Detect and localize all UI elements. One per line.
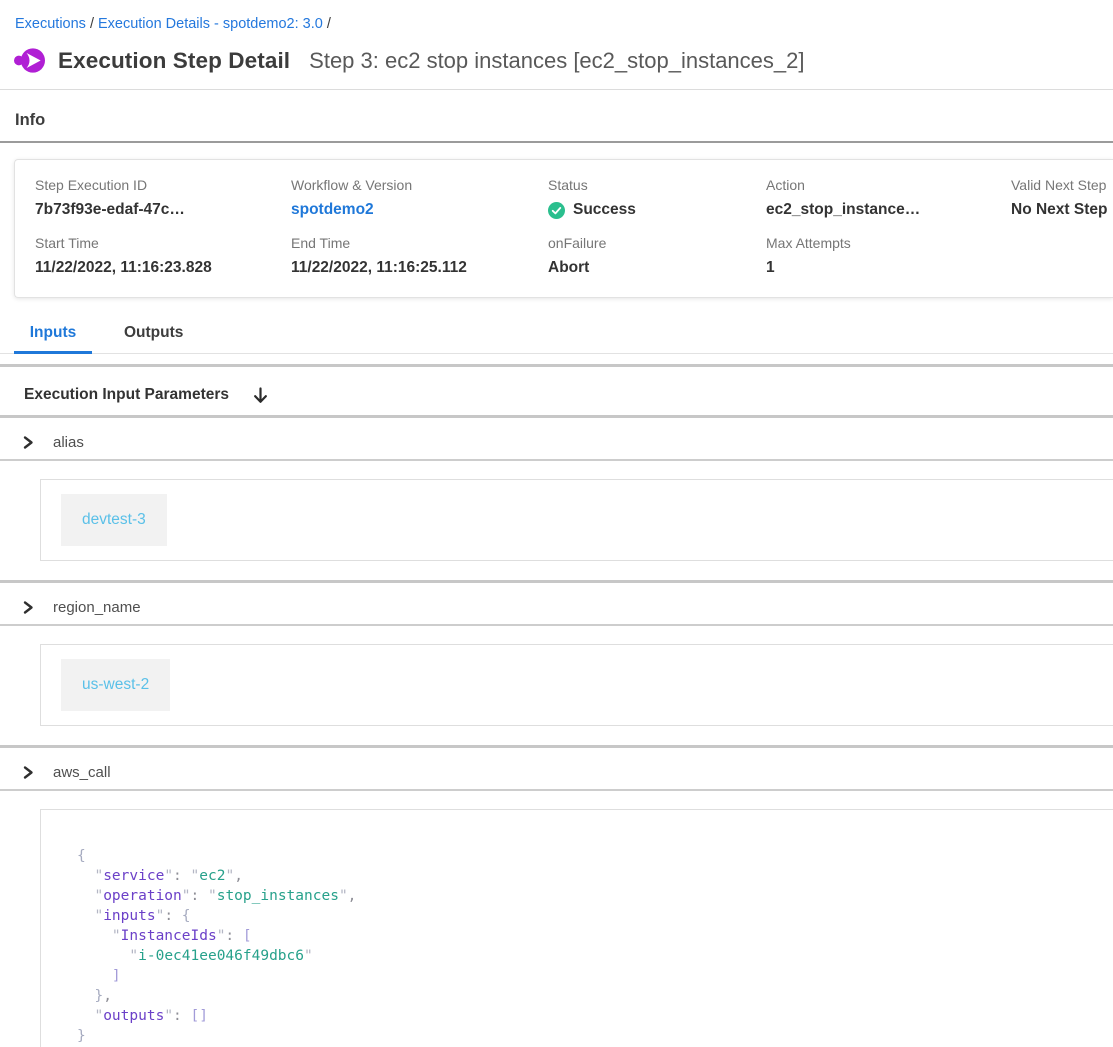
field-action: Action ec2_stop_instance… [766,177,1011,219]
field-label: End Time [291,235,548,251]
code-line: } [77,1026,1113,1046]
chevron-right-icon [21,600,35,615]
page-title: Execution Step Detail [58,48,290,74]
field-start-time: Start Time 11/22/2022, 11:16:23.828 [35,235,291,277]
breadcrumb-separator: / [86,16,98,32]
field-onfailure: onFailure Abort [548,235,766,277]
field-value: 11/22/2022, 11:16:25.112 [291,259,548,277]
json-code: { "service": "ec2", "operation": "stop_i… [77,846,1113,1046]
params-title: Execution Input Parameters [24,386,229,404]
section-name: alias [53,434,84,451]
page-subtitle: Step 3: ec2 stop instances [ec2_stop_ins… [309,48,804,74]
field-value: 1 [766,259,1011,277]
workflow-link[interactable]: spotdemo2 [291,201,548,219]
field-label: Step Execution ID [35,177,291,193]
tab-bar: Inputs Outputs [0,320,1113,354]
sort-down-arrow-icon[interactable] [253,387,268,404]
section-name: aws_call [53,764,111,781]
workflow-step-icon [14,45,45,76]
field-label: onFailure [548,235,766,251]
field-label: Status [548,177,766,193]
success-check-icon [548,202,565,219]
code-line: { [77,846,1113,866]
code-line: "service": "ec2", [77,866,1113,886]
field-value: No Next Step [1011,201,1113,219]
field-value: 11/22/2022, 11:16:23.828 [35,259,291,277]
field-label: Start Time [35,235,291,251]
field-step-execution-id: Step Execution ID 7b73f93e-edaf-47c… [35,177,291,219]
section-divider [0,789,1113,791]
field-label: Valid Next Step [1011,177,1113,193]
field-valid-next-step: Valid Next Step No Next Step [1011,177,1113,219]
region-value-chip: us-west-2 [61,659,170,711]
breadcrumb-trailing-separator: / [323,16,335,32]
section-row-alias[interactable]: alias [0,418,1113,459]
code-line: "InstanceIds": [ [77,926,1113,946]
field-status: Status Success [548,177,766,219]
tab-outputs[interactable]: Outputs [110,320,197,354]
field-value: 7b73f93e-edaf-47c… [35,201,291,219]
aws-call-code-panel: { "service": "ec2", "operation": "stop_i… [40,809,1113,1047]
field-label: Workflow & Version [291,177,548,193]
field-workflow-version: Workflow & Version spotdemo2 [291,177,548,219]
code-line: ] [77,966,1113,986]
region-value-panel: us-west-2 [40,644,1113,726]
page-header: Execution Step Detail Step 3: ec2 stop i… [14,45,1113,76]
info-heading: Info [15,111,1113,130]
chevron-right-icon [21,765,35,780]
execution-step-detail-page: Executions/Execution Details - spotdemo2… [0,0,1113,1047]
field-value: ec2_stop_instance… [766,201,1011,219]
params-header: Execution Input Parameters [0,367,1113,415]
section-name: region_name [53,599,141,616]
field-max-attempts: Max Attempts 1 [766,235,1011,277]
section-divider [0,624,1113,626]
tab-inputs[interactable]: Inputs [14,320,92,354]
breadcrumb: Executions/Execution Details - spotdemo2… [0,0,1113,32]
field-empty [1011,235,1113,277]
breadcrumb-link-execution-details[interactable]: Execution Details - spotdemo2: 3.0 [98,16,323,32]
title-divider [0,89,1113,90]
status-text: Success [573,201,636,219]
field-value: Abort [548,259,766,277]
alias-value-chip: devtest-3 [61,494,167,546]
code-line: }, [77,986,1113,1006]
section-row-region-name[interactable]: region_name [0,583,1113,624]
section-divider [0,459,1113,461]
code-line: "outputs": [] [77,1006,1113,1026]
field-label: Max Attempts [766,235,1011,251]
section-row-aws-call[interactable]: aws_call [0,748,1113,789]
code-line: "operation": "stop_instances", [77,886,1113,906]
code-line: "i-0ec41ee046f49dbc6" [77,946,1113,966]
field-label: Action [766,177,1011,193]
breadcrumb-link-executions[interactable]: Executions [15,16,86,32]
info-card: Step Execution ID 7b73f93e-edaf-47c… Wor… [14,159,1113,298]
status-badge: Success [548,201,766,219]
chevron-right-icon [21,435,35,450]
info-divider [0,141,1113,143]
field-end-time: End Time 11/22/2022, 11:16:25.112 [291,235,548,277]
code-line: "inputs": { [77,906,1113,926]
alias-value-panel: devtest-3 [40,479,1113,561]
